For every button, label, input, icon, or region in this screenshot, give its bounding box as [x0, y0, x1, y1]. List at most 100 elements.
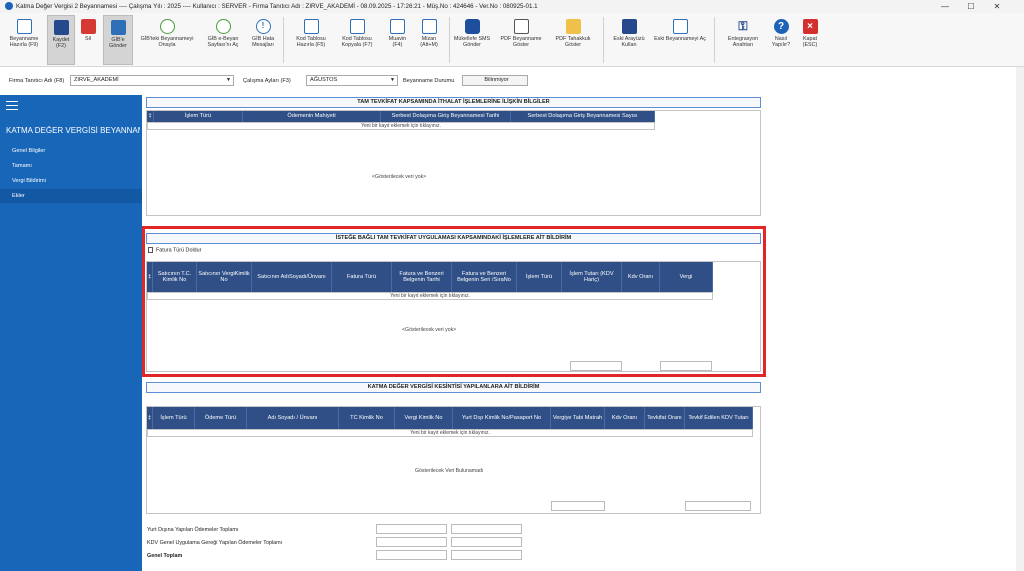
durum-value: Bilinmiyor: [462, 75, 528, 86]
section3-header: ‡ İşlem Türü Ödeme Türü Adı Soyadı / Ünv…: [147, 407, 753, 429]
sidebar: KATMA DEĞER VERGİSİ BEYANNAM... Genel Bi…: [0, 95, 142, 571]
col-header: Tevkif Edilen KDV Tutarı: [685, 407, 753, 429]
cloud-upload-icon: [110, 20, 126, 35]
window-title: Katma Değer Vergisi 2 Beyannamesi ---- Ç…: [16, 3, 538, 10]
mizan-button[interactable]: Mizan (Alt+M): [414, 15, 444, 65]
cloud-check-icon: [159, 19, 175, 34]
table-edit-icon: [303, 19, 319, 34]
calisma-select[interactable]: AĞUSTOS ▼: [306, 75, 398, 86]
vergi-total: [660, 361, 712, 371]
col-header: Adı Soyadı / Ünvanı: [247, 407, 339, 429]
gibe-gonder-button[interactable]: GİB'e Gönder: [103, 15, 133, 65]
col-header: Vergiye Tabi Matrah: [551, 407, 605, 429]
help-icon: ?: [773, 19, 789, 34]
beyanname-hazirla-button[interactable]: Beyanname Hazırla (F9): [4, 15, 44, 65]
col-header: Satıcının VergiKimlik No: [197, 262, 252, 292]
kod-tablosu-hazirla-button[interactable]: Kod Tablosu Hazırla (F5): [290, 15, 332, 65]
sidebar-item-ekler[interactable]: Ekler: [0, 189, 142, 203]
sidebar-item-genel-bilgiler[interactable]: Genel Bilgiler: [0, 144, 142, 158]
section2-title: İSTEĞE BAĞLI TAM TEVKİFAT UYGULAMASI KAP…: [146, 233, 761, 244]
kapat-button[interactable]: × Kapat (ESC): [797, 15, 823, 65]
pdf-tahakkuk-goster-button[interactable]: PDF Tahakkuk Göster: [549, 15, 597, 65]
section1-title: TAM TEVKİFAT KAPSAMINDA İTHALAT İŞLEMLER…: [146, 97, 761, 108]
add-row-button[interactable]: Yeni bir kayıt eklemek için tıklayınız.: [147, 122, 655, 130]
title-bar: Katma Değer Vergisi 2 Beyannamesi ---- Ç…: [0, 0, 1024, 13]
kaydet-button[interactable]: Kaydet (F2): [47, 15, 75, 65]
yurtdisi-input-2[interactable]: [451, 524, 522, 534]
sil-button[interactable]: Sil: [78, 15, 98, 65]
pdf-beyanname-goster-button[interactable]: PDF Beyanname Göster: [496, 15, 546, 65]
minimize-button[interactable]: —: [932, 0, 958, 13]
app-icon: [5, 2, 13, 10]
col-header: Kdv Oranı: [605, 407, 645, 429]
col-header: Serbest Dolaşıma Giriş Beyannamesi Sayıs…: [511, 111, 655, 122]
col-header: Vergi: [660, 262, 713, 292]
kod-tablosu-kopyala-button[interactable]: Kod Tablosu Kopyala (F7): [336, 15, 378, 65]
scrollbar[interactable]: [1016, 67, 1024, 571]
col-header: Satıcının AdıSoyadı/Ünvanı: [252, 262, 332, 292]
swap-icon: [672, 19, 688, 34]
genel-toplam-label: Genel Toplam: [147, 553, 183, 559]
col-header: Ödemenin Mahiyeti: [243, 111, 381, 122]
chat-icon: [464, 19, 480, 34]
add-row-button[interactable]: Yeni bir kayıt eklemek için tıklayınız.: [147, 292, 713, 300]
empty-message: <Gösterilecek veri yok>: [372, 174, 427, 180]
delete-icon: [80, 19, 96, 34]
firma-label: Firma Tanıtıcı Adı (F8): [9, 78, 65, 84]
table-copy-icon: [349, 19, 365, 34]
fatura-turu-doldur-button[interactable]: Fatura Türü Doldur: [148, 247, 201, 253]
col-header: İşlem Türü: [153, 407, 195, 429]
sms-gonder-button[interactable]: Mükellefe SMS Gönder: [452, 15, 492, 65]
islem-tutari-total: [570, 361, 622, 371]
globe-icon: [215, 19, 231, 34]
gib-hata-button[interactable]: ! GİB Hata Mesajları: [249, 15, 277, 65]
menu-icon[interactable]: [6, 101, 18, 110]
col-header: İşlem Tutarı (KDV Hariç): [562, 262, 622, 292]
kdv-genel-input-2[interactable]: [451, 537, 522, 547]
add-row-button[interactable]: Yeni bir kayıt eklemek için tıklayınız.: [147, 429, 753, 437]
chevron-down-icon: ▼: [390, 77, 395, 83]
section1-grid: ‡ İşlem Türü Ödemenin Mahiyeti Serbest D…: [146, 110, 761, 216]
sidebar-item-tamami[interactable]: Tamamı: [0, 159, 142, 173]
nasil-yapilir-button[interactable]: ? Nasıl Yapılır?: [767, 15, 795, 65]
eski-beyanname-button[interactable]: Eski Beyannameyi Aç: [654, 15, 706, 65]
close-icon: ×: [802, 19, 818, 34]
calisma-label: Çalışma Ayları (F3): [243, 78, 291, 84]
kdv-genel-input-1[interactable]: [376, 537, 447, 547]
section2-header: ‡ Satıcının T.C. Kimlik No Satıcının Ver…: [147, 262, 713, 292]
empty-message: <Gösterilecek veri yok>: [402, 327, 457, 333]
col-header: Tevkifat Oranı: [645, 407, 685, 429]
firma-select[interactable]: ZIRVE_AKADEMİ ▼: [70, 75, 234, 86]
pdf-icon: [565, 19, 581, 34]
col-header: Fatura ve Benzeri Belgenin Seri /SıraNo: [452, 262, 517, 292]
col-header: İşlem Türü: [154, 111, 243, 122]
yurtdisi-input-1[interactable]: [376, 524, 447, 534]
muavin-button[interactable]: Muavin (F4): [385, 15, 410, 65]
pdf-icon: [513, 19, 529, 34]
col-header: Fatura Türü: [332, 262, 392, 292]
durum-label: Beyanname Durumu: [403, 78, 455, 84]
genel-toplam-input-1[interactable]: [376, 550, 447, 560]
gib-ebeyan-button[interactable]: GİB e-Beyan Sayfası'nı Aç: [201, 15, 245, 65]
sidebar-item-vergi-bildirimi[interactable]: Vergi Bildirimi: [0, 174, 142, 188]
col-header: TC Kimlik No: [339, 407, 395, 429]
col-header: Vergi Kimlik No: [395, 407, 453, 429]
eski-arayuz-button[interactable]: Eski Arayüzü Kullan: [609, 15, 649, 65]
filter-row: Firma Tanıtıcı Adı (F8) ZIRVE_AKADEMİ ▼ Ç…: [0, 70, 1024, 92]
document-icon: [148, 247, 153, 253]
section1-header: ‡ İşlem Türü Ödemenin Mahiyeti Serbest D…: [147, 111, 655, 122]
ledger-icon: [390, 19, 405, 34]
genel-toplam-input-2[interactable]: [451, 550, 522, 560]
section2-grid: ‡ Satıcının T.C. Kimlik No Satıcının Ver…: [146, 261, 761, 372]
col-header: Ödeme Türü: [195, 407, 247, 429]
maximize-button[interactable]: ☐: [958, 0, 984, 13]
col-header: Satıcının T.C. Kimlik No: [153, 262, 197, 292]
close-window-button[interactable]: ✕: [984, 0, 1010, 13]
toolbar: Beyanname Hazırla (F9) Kaydet (F2) Sil G…: [0, 13, 1024, 67]
col-header: Yurt Dışı Kimlik No/Pasaport No: [453, 407, 551, 429]
gibteki-onayla-button[interactable]: GİB'teki Beyannameyi Onayla: [137, 15, 197, 65]
empty-message: Gösterilecek Veri Bulunamadı: [415, 468, 484, 474]
sidebar-title: KATMA DEĞER VERGİSİ BEYANNAM...: [6, 126, 140, 135]
section3-grid: ‡ İşlem Türü Ödeme Türü Adı Soyadı / Ünv…: [146, 406, 761, 514]
entegrasyon-button[interactable]: ⚿ Entegrasyon Anahtarı: [722, 15, 764, 65]
